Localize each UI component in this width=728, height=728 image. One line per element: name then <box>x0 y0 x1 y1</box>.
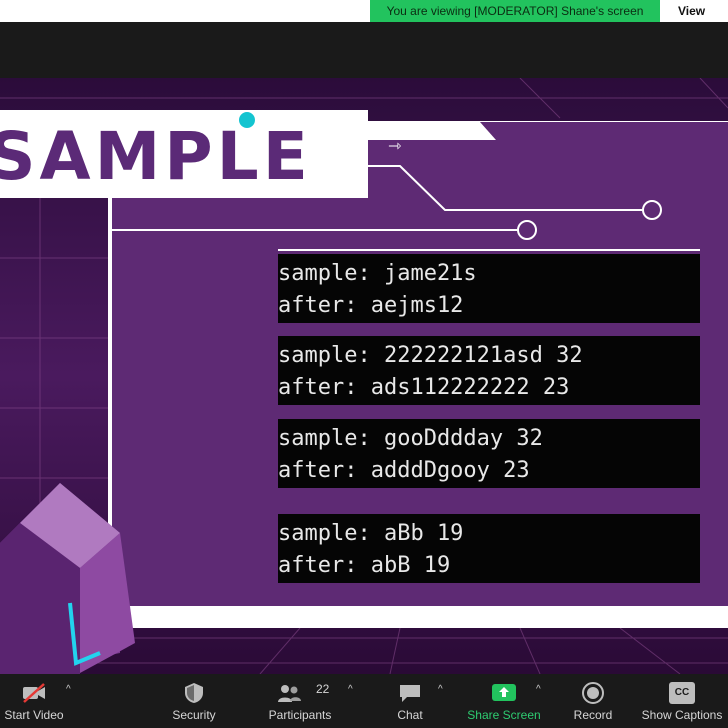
security-label: Security <box>172 708 216 722</box>
example-block: sample: 222222121asd 32 after: ads1122222… <box>278 336 700 405</box>
show-captions-label: Show Captions <box>641 708 723 722</box>
start-video-button[interactable]: Start Video <box>0 674 68 728</box>
meeting-toolbar: Start Video ^ Security 22 Participants ^… <box>0 674 728 728</box>
example-block: sample: gooDddday 32 after: adddDgooy 23 <box>278 419 700 488</box>
view-options-button[interactable]: View Options <box>662 0 728 40</box>
after-line: after: aejms12 <box>278 293 464 318</box>
chat-bubble-icon <box>400 685 420 702</box>
cc-icon: CC <box>669 682 695 704</box>
video-off-icon <box>23 683 45 703</box>
participants-icon <box>278 685 302 702</box>
meeting-header-area <box>0 22 728 78</box>
start-video-label: Start Video <box>4 708 64 722</box>
arrow-cursor-icon: ⇾ <box>388 138 402 155</box>
sample-line: sample: 222222121asd 32 <box>278 343 583 368</box>
shared-screen: SAMPLE ⇾ sample: jame21s after: aejms12 s… <box>0 78 728 674</box>
decorative-cube-icon <box>0 483 135 674</box>
record-icon <box>582 682 604 704</box>
video-options-caret[interactable]: ^ <box>66 684 71 695</box>
chat-button[interactable]: Chat <box>386 674 434 728</box>
chat-options-caret[interactable]: ^ <box>438 684 443 695</box>
share-screen-icon <box>492 684 516 701</box>
record-label: Record <box>573 708 613 722</box>
viewing-banner: You are viewing [MODERATOR] Shane's scre… <box>370 0 660 22</box>
participants-button[interactable]: 22 Participants <box>262 674 338 728</box>
participants-count: 22 <box>316 682 330 696</box>
example-block: sample: aBb 19 after: abB 19 <box>278 514 700 583</box>
example-block: sample: jame21s after: aejms12 <box>278 254 700 323</box>
share-options-caret[interactable]: ^ <box>536 684 541 695</box>
after-line: after: ads112222222 23 <box>278 375 570 400</box>
participants-label: Participants <box>268 708 332 722</box>
after-line: after: adddDgooy 23 <box>278 458 530 483</box>
title-accent-dot <box>239 112 255 128</box>
after-line: after: abB 19 <box>278 553 451 578</box>
sample-line: sample: gooDddday 32 <box>278 426 543 451</box>
slide-title: SAMPLE <box>0 118 312 195</box>
record-button[interactable]: Record <box>566 674 620 728</box>
share-screen-button[interactable]: Share Screen <box>466 674 542 728</box>
security-button[interactable]: Security <box>164 674 224 728</box>
participants-options-caret[interactable]: ^ <box>348 684 353 695</box>
show-captions-button[interactable]: CC Show Captions <box>636 674 728 728</box>
sample-line: sample: jame21s <box>278 261 477 286</box>
chat-label: Chat <box>397 708 423 722</box>
share-screen-label: Share Screen <box>467 708 541 722</box>
sample-line: sample: aBb 19 <box>278 521 464 546</box>
shield-icon <box>185 683 203 703</box>
